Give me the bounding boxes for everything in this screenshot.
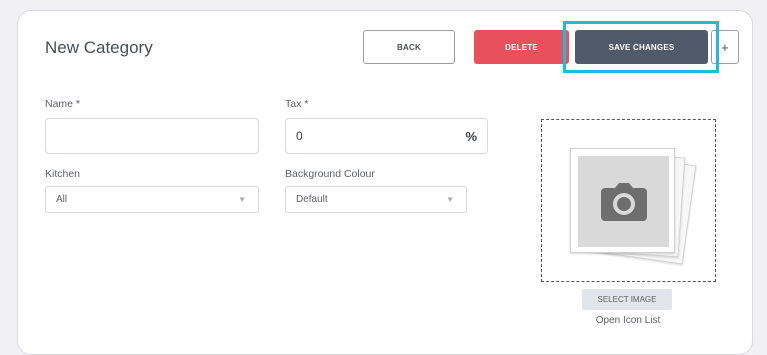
- chevron-down-icon: ▼: [238, 195, 246, 204]
- name-label: Name *: [45, 98, 81, 110]
- select-image-button[interactable]: SELECT IMAGE: [582, 289, 672, 310]
- more-button[interactable]: +: [711, 30, 739, 64]
- delete-button[interactable]: DELETE: [474, 30, 569, 64]
- photo-sheet: [570, 148, 675, 253]
- camera-icon: [600, 182, 647, 221]
- image-dropzone[interactable]: [541, 119, 716, 282]
- chevron-down-icon: ▼: [446, 195, 454, 204]
- kitchen-selected-value: All: [56, 194, 68, 205]
- tax-input[interactable]: 0 %: [285, 118, 488, 154]
- background-colour-select[interactable]: Default ▼: [285, 186, 467, 213]
- tax-value: 0: [296, 129, 303, 143]
- page-title: New Category: [45, 38, 153, 57]
- percent-suffix: %: [465, 129, 477, 144]
- name-input[interactable]: [45, 118, 259, 154]
- kitchen-label: Kitchen: [45, 168, 81, 180]
- kitchen-select[interactable]: All ▼: [45, 186, 259, 213]
- back-button[interactable]: BACK: [363, 30, 455, 64]
- background-selected-value: Default: [296, 194, 328, 205]
- photo-frame: [578, 156, 669, 247]
- tax-label: Tax *: [285, 98, 309, 110]
- save-changes-button[interactable]: SAVE CHANGES: [575, 30, 708, 64]
- background-colour-label: Background Colour: [285, 168, 375, 180]
- photo-placeholder: [566, 144, 697, 265]
- open-icon-list-link[interactable]: Open Icon List: [585, 315, 671, 326]
